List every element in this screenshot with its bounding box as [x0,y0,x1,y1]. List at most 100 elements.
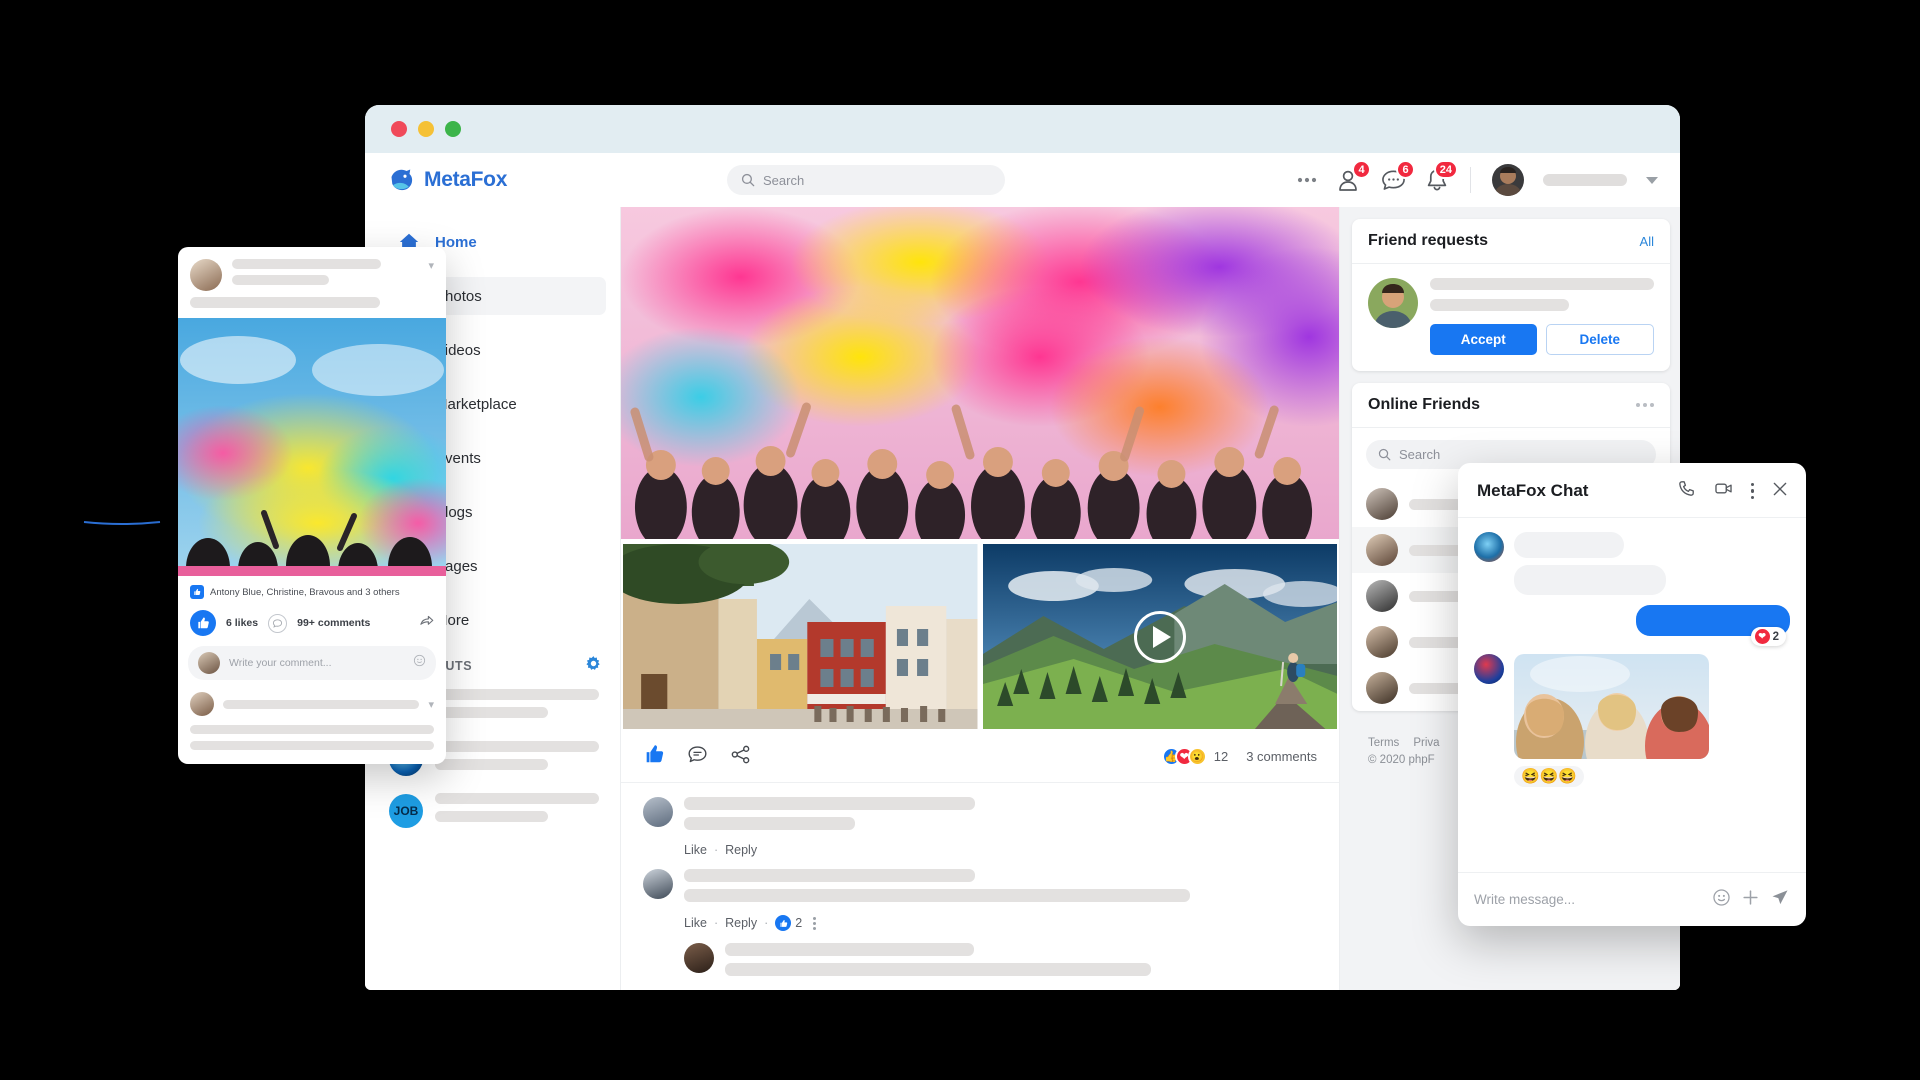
friend-request-item: Accept Delete [1352,264,1670,371]
comment-avatar[interactable] [643,869,673,899]
search-placeholder: Search [763,172,805,188]
post-hero-image[interactable] [621,207,1339,539]
share-button[interactable] [419,613,434,633]
friend-requests-header: Friend requests All [1352,219,1670,264]
chat-sender-avatar[interactable] [1474,532,1504,562]
terms-link[interactable]: Terms [1368,737,1399,749]
comment-text-placeholder [684,869,1317,909]
video-camera-icon[interactable] [1713,479,1734,503]
comments-count-label[interactable]: 99+ comments [297,617,370,629]
comment-avatar[interactable] [684,943,714,973]
comment-reply-action[interactable]: Reply [725,916,757,930]
emoji-icon[interactable] [1712,888,1731,912]
messages-button[interactable]: 6 [1381,160,1415,192]
online-friend-avatar [1366,626,1398,658]
comment-icon[interactable] [268,613,288,633]
comment-text-placeholder [725,943,1317,983]
delete-button[interactable]: Delete [1545,324,1654,355]
notifications-button[interactable]: 24 [1425,160,1458,192]
comment-item [643,943,1317,983]
brand-logo[interactable]: MetaFox [387,165,667,195]
commenter-avatar[interactable] [190,692,214,716]
comment-like-count-value: 2 [795,916,803,930]
search-icon [1378,448,1391,461]
user-avatar[interactable] [1492,164,1524,196]
phone-icon[interactable] [1677,479,1696,503]
floating-post-card: ▾ Antony Blue, Christine, Bravous and 3 … [178,247,446,764]
top-navigation-bar: MetaFox Search 4 6 24 [365,153,1680,207]
gear-icon[interactable] [585,655,602,677]
nav-actions: 4 6 24 [1297,160,1658,196]
chat-message-outgoing: ❤ 2 [1474,605,1790,646]
comment-input[interactable]: Write your comment... [188,646,436,680]
user-name-placeholder [1543,174,1627,186]
reaction-summary[interactable]: 👍 ❤ 😮 12 [1161,747,1228,766]
comment-icon [688,745,707,762]
more-button[interactable] [1297,176,1317,184]
likes-count-label[interactable]: 6 likes [226,617,258,629]
online-friends-header: Online Friends [1352,383,1670,428]
like-button[interactable] [190,610,216,636]
emoji-icon[interactable] [413,654,426,672]
thumbs-up-icon [646,745,664,763]
comment-like-count[interactable]: 2 [775,915,802,931]
chevron-down-icon[interactable]: ▾ [428,698,434,711]
share-button[interactable] [730,744,751,770]
comment-text-placeholder [684,797,1317,837]
photo-reactions[interactable]: 😆😆😆 [1514,766,1585,787]
close-icon[interactable] [1771,480,1789,503]
post-photo-cell[interactable] [623,544,978,729]
more-vertical-icon[interactable] [1750,482,1754,500]
shortcut-item[interactable]: JOB [385,793,606,829]
friend-request-avatar[interactable] [1368,278,1418,328]
brand-name: MetaFox [424,168,508,191]
chat-sender-avatar[interactable] [1474,654,1504,684]
comment-like-action[interactable]: Like [684,916,707,930]
footer-text-placeholder [190,741,434,750]
messages-badge: 6 [1396,160,1415,179]
play-icon[interactable] [1133,610,1186,663]
chat-photo[interactable] [1514,654,1709,759]
comment-like-action[interactable]: Like [684,843,707,857]
chevron-down-icon[interactable]: ▾ [428,259,434,291]
accept-button[interactable]: Accept [1430,324,1537,355]
comment-reply-action[interactable]: Reply [725,843,757,857]
current-user-avatar [198,652,220,674]
minimize-dot[interactable] [418,121,434,137]
message-bubble[interactable] [1514,565,1666,595]
share-icon [731,745,750,763]
post-header: ▾ [178,247,446,291]
friend-requests-button[interactable]: 4 [1336,160,1371,192]
comment-avatar[interactable] [643,797,673,827]
post-media-grid [621,544,1339,729]
separator: · [713,843,719,857]
comment-button[interactable] [687,744,708,770]
close-dot[interactable] [391,121,407,137]
message-bubble[interactable] [1514,532,1624,558]
post-image[interactable] [178,318,446,576]
more-vertical-icon[interactable] [813,916,817,930]
likes-names-text: Antony Blue, Christine, Bravous and 3 ot… [210,586,400,598]
reaction-count: 2 [1772,630,1779,643]
post-author-avatar[interactable] [190,259,222,291]
reaction-wow-icon: 😮 [1187,747,1207,766]
post-video-cell[interactable] [982,544,1337,729]
decorative-accent [83,521,161,525]
chat-messages: ❤ 2 😆😆😆 [1458,518,1806,872]
message-reaction[interactable]: ❤ 2 [1750,627,1786,646]
post-action-bar: 👍 ❤ 😮 12 3 comments [621,729,1339,783]
friend-request-details: Accept Delete [1430,278,1654,355]
chevron-down-icon[interactable] [1646,176,1658,184]
chat-input-placeholder[interactable]: Write message... [1474,892,1702,907]
send-icon[interactable] [1770,887,1790,912]
zoom-dot[interactable] [445,121,461,137]
like-button[interactable] [643,743,665,770]
plus-icon[interactable] [1741,888,1760,912]
comments-count-label[interactable]: 3 comments [1246,749,1317,764]
friend-requests-all-link[interactable]: All [1640,234,1654,249]
privacy-link[interactable]: Priva [1413,737,1439,749]
more-horizontal-icon[interactable] [1636,403,1654,407]
search-input[interactable]: Search [727,165,1005,195]
online-friends-title: Online Friends [1368,396,1481,413]
online-friends-search-placeholder: Search [1399,447,1441,462]
